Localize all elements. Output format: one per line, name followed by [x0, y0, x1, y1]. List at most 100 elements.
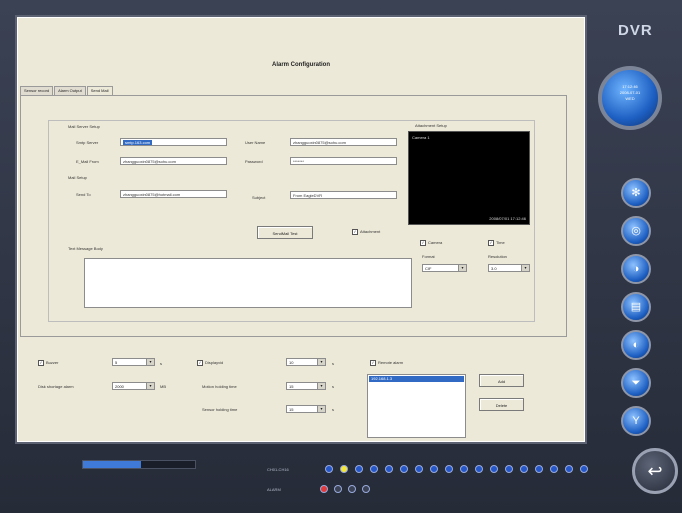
- channel-indicator[interactable]: [535, 465, 543, 473]
- format-select[interactable]: CIF ▾: [422, 264, 467, 272]
- disk-shortage-label: Disk shortage alarm: [38, 384, 74, 389]
- tab-sensor-record[interactable]: Sensor record: [20, 86, 54, 95]
- camera-icon: ⏷: [631, 377, 641, 389]
- channel-indicator[interactable]: [385, 465, 393, 473]
- channel-indicator[interactable]: [400, 465, 408, 473]
- channel-indicator[interactable]: [520, 465, 528, 473]
- preview-camera-label: Camera 1: [412, 135, 430, 140]
- smtp-server-value: smtp.163.com: [123, 140, 153, 145]
- user-name-label: User Name: [245, 140, 266, 145]
- time-label: Time: [496, 240, 505, 246]
- time-checkbox[interactable]: ✓ Time: [488, 240, 505, 246]
- ptz-button[interactable]: ⏷: [621, 368, 651, 398]
- send-to-input[interactable]: zhangguoxin0875@hotmail.com: [120, 190, 227, 198]
- subject-input[interactable]: From EagleDVR: [290, 191, 397, 199]
- remote-alarm-list[interactable]: 192.168.1.3: [367, 374, 466, 438]
- channel-indicator[interactable]: [505, 465, 513, 473]
- buzzer-unit: s: [160, 361, 162, 366]
- tools-button[interactable]: Y: [621, 406, 651, 436]
- contrast-icon: ◑: [632, 263, 640, 275]
- search-button[interactable]: ◎: [621, 216, 651, 246]
- list-item[interactable]: 192.168.1.3: [369, 376, 464, 382]
- brand-logo: DVR: [618, 22, 653, 39]
- channel-indicator[interactable]: [415, 465, 423, 473]
- resolution-select[interactable]: 3.0 ▾: [488, 264, 530, 272]
- back-button[interactable]: ↩: [632, 448, 678, 494]
- remote-alarm-checkbox[interactable]: ✓ Remote alarm: [370, 360, 403, 366]
- add-button[interactable]: Add: [479, 374, 524, 387]
- smtp-label: Smtp Server: [76, 140, 99, 145]
- alarm-row-label: ALARM: [267, 487, 281, 492]
- chevron-down-icon: ▾: [458, 265, 466, 271]
- channel-indicator[interactable]: [490, 465, 498, 473]
- alarm-indicator[interactable]: [362, 485, 370, 493]
- checkbox-mark-icon: ✓: [38, 360, 44, 366]
- attachment-preview: Camera 1 2008/07/01 17:12:46: [408, 131, 530, 225]
- volume-fill: [83, 461, 141, 468]
- channel-indicator[interactable]: [355, 465, 363, 473]
- page-title: Alarm Configuration: [272, 62, 330, 68]
- format-label: Format: [422, 254, 435, 259]
- checkbox-mark-icon: ✓: [197, 360, 203, 366]
- camera-checkbox[interactable]: ✓ Camera: [420, 240, 442, 246]
- sensor-holding-select[interactable]: 15 ▾: [286, 405, 326, 413]
- disk-shortage-select[interactable]: 2000 ▾: [112, 382, 155, 390]
- channel-indicator[interactable]: [580, 465, 588, 473]
- buzzer-label: Buzzer: [46, 360, 59, 366]
- alarm-indicator[interactable]: [320, 485, 328, 493]
- send-mail-test-button[interactable]: SendMail Test: [257, 226, 313, 239]
- checkbox-mark-icon: ✓: [420, 240, 426, 246]
- back-arrow-icon: ↩: [647, 461, 663, 481]
- tab-send-mail[interactable]: Send Mail: [86, 86, 113, 95]
- channel-indicator[interactable]: [340, 465, 348, 473]
- audio-button[interactable]: ◐: [621, 330, 651, 360]
- email-from-label: E_Mail From: [76, 159, 99, 164]
- tab-strip: Sensor record Alarm Output Send Mail: [20, 86, 114, 95]
- preview-timestamp: 2008/07/01 17:12:46: [489, 216, 526, 221]
- playback-button[interactable]: ✻: [621, 178, 651, 208]
- format-value: CIF: [425, 266, 432, 271]
- displayvid-select[interactable]: 10 ▾: [286, 358, 326, 366]
- mail-server-group-label: Mail Server Setup: [68, 124, 100, 129]
- message-body-textarea[interactable]: [84, 258, 412, 308]
- display-button[interactable]: ◑: [621, 254, 651, 284]
- motion-holding-label: Motion holding time: [202, 384, 237, 389]
- bottom-bar: [0, 440, 600, 513]
- password-input[interactable]: *******: [290, 157, 397, 165]
- alarm-indicator[interactable]: [334, 485, 342, 493]
- checkbox-mark-icon: ✓: [352, 229, 358, 235]
- resolution-label: Resolution: [488, 254, 507, 259]
- speaker-icon: ◐: [632, 339, 640, 351]
- send-to-label: Send To: [76, 192, 91, 197]
- alarm-indicator[interactable]: [348, 485, 356, 493]
- password-label: Password: [245, 159, 263, 164]
- channel-indicator[interactable]: [565, 465, 573, 473]
- disk-shortage-value: 2000: [115, 384, 124, 389]
- channel-indicator[interactable]: [445, 465, 453, 473]
- record-button[interactable]: ▤: [621, 292, 651, 322]
- channel-indicator[interactable]: [370, 465, 378, 473]
- fan-icon: ✻: [631, 187, 641, 199]
- attachment-checkbox[interactable]: ✓ Attachment: [352, 229, 380, 235]
- clock-day: WED: [625, 96, 635, 101]
- user-name-input[interactable]: zhangguoxin0875@sohu.com: [290, 138, 397, 146]
- channel-indicator[interactable]: [325, 465, 333, 473]
- buzzer-select[interactable]: 5 ▾: [112, 358, 155, 366]
- delete-button[interactable]: Delete: [479, 398, 524, 411]
- smtp-server-input[interactable]: smtp.163.com: [120, 138, 227, 146]
- tab-alarm-output[interactable]: Alarm Output: [54, 86, 86, 95]
- attachment-label: Attachment: [360, 229, 381, 235]
- motion-holding-select[interactable]: 15 ▾: [286, 382, 326, 390]
- checkbox-mark-icon: ✓: [488, 240, 494, 246]
- channel-indicator[interactable]: [460, 465, 468, 473]
- channel-indicator[interactable]: [430, 465, 438, 473]
- displayvid-checkbox[interactable]: ✓ Displayvid: [197, 360, 223, 366]
- subject-label: Subject: [252, 195, 266, 200]
- email-from-input[interactable]: zhangguoxin0875@sohu.com: [120, 157, 227, 165]
- volume-slider[interactable]: [82, 460, 196, 469]
- channel-indicator[interactable]: [550, 465, 558, 473]
- attachment-setup-label: Attachment Setup: [415, 123, 447, 128]
- buzzer-checkbox[interactable]: ✓ Buzzer: [38, 360, 58, 366]
- sensor-holding-value: 15: [289, 407, 294, 412]
- channel-indicator[interactable]: [475, 465, 483, 473]
